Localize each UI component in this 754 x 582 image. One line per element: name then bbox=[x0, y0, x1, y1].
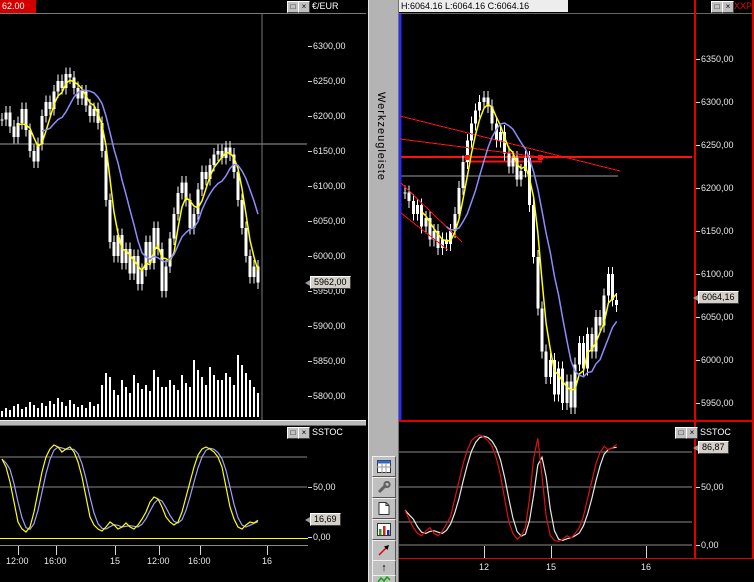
sstoc-bottom-line-left bbox=[0, 538, 308, 539]
axis-tick bbox=[696, 188, 700, 189]
trend-arrow-icon[interactable] bbox=[372, 540, 396, 561]
toolbar-title: Werkzeugleiste bbox=[375, 92, 387, 181]
chart-icon[interactable] bbox=[372, 519, 396, 540]
axis-tick bbox=[696, 59, 700, 60]
werkzeugleiste-toolbar: Werkzeugleiste ↑ bbox=[368, 0, 399, 582]
axis-label: 6350,00 bbox=[701, 54, 734, 64]
right-sstoc-plot[interactable] bbox=[398, 425, 694, 560]
close-button[interactable]: × bbox=[686, 427, 698, 439]
axis-tick bbox=[696, 545, 700, 546]
restore-icon: □ bbox=[291, 428, 296, 437]
zigzag-icon[interactable] bbox=[372, 575, 396, 582]
left-sstoc-plot[interactable] bbox=[0, 425, 308, 538]
restore-icon: □ bbox=[291, 2, 296, 11]
tools-icon[interactable] bbox=[372, 477, 396, 498]
time-label: 16 bbox=[641, 562, 651, 572]
right-bottom-border bbox=[398, 558, 754, 559]
axis-tick bbox=[696, 403, 700, 404]
sstoc-label-left: SSTOC bbox=[312, 427, 343, 438]
axis-label: 6000,00 bbox=[701, 355, 734, 365]
axis-label: 5950,00 bbox=[701, 398, 734, 408]
right-titlebar-line bbox=[398, 13, 754, 14]
axis-tick bbox=[696, 231, 700, 232]
close-button[interactable]: × bbox=[298, 427, 310, 439]
time-axis-line-left bbox=[0, 545, 308, 546]
axis-label: 6200,00 bbox=[701, 183, 734, 193]
axis-tick bbox=[696, 145, 700, 146]
restore-icon: □ bbox=[715, 2, 720, 11]
axis-tick bbox=[696, 487, 700, 488]
time-label: 15 bbox=[546, 562, 556, 572]
ohlc-header: H:6064.16 L:6064.16 C:6064.16 bbox=[399, 0, 568, 12]
sstoc-marker-left: 16,69 bbox=[310, 513, 341, 526]
scroll-up-glyph: ↑ bbox=[381, 563, 387, 574]
sstoc-label-right: SSTOC bbox=[700, 427, 731, 438]
close-icon: × bbox=[726, 2, 731, 11]
scroll-up-icon[interactable]: ↑ bbox=[372, 560, 396, 576]
axis-tick bbox=[696, 317, 700, 318]
grid-icon[interactable] bbox=[372, 456, 396, 477]
left-price-plot[interactable] bbox=[0, 13, 308, 420]
restore-icon: □ bbox=[679, 428, 684, 437]
time-label: 12 bbox=[479, 562, 489, 572]
title-price-label: 62.00 bbox=[0, 0, 36, 13]
axis-label: 6150,00 bbox=[701, 226, 734, 236]
axis-label: 6050,00 bbox=[701, 312, 734, 322]
symbol-label-left: €/EUR bbox=[312, 1, 339, 12]
axis-label: 6100,00 bbox=[701, 269, 734, 279]
axis-label: 50,00 bbox=[701, 482, 724, 492]
axis-tick bbox=[696, 274, 700, 275]
close-icon: × bbox=[302, 2, 307, 11]
symbol-label-right: XXP bbox=[734, 1, 752, 12]
close-icon: × bbox=[690, 428, 695, 437]
price-marker-left: 5962,00 bbox=[310, 276, 351, 289]
pane-splitter-left[interactable] bbox=[0, 420, 366, 426]
right-price-plot[interactable] bbox=[398, 13, 694, 420]
close-button[interactable]: × bbox=[298, 1, 310, 13]
axis-label: 0,00 bbox=[701, 540, 719, 550]
axis-tick bbox=[696, 102, 700, 103]
axis-label: 6250,00 bbox=[701, 140, 734, 150]
axis-tick bbox=[696, 360, 700, 361]
trading-app-window: 62.00 □ × €/EUR □ × SSTOC 5962,00 16,69 … bbox=[0, 0, 754, 582]
right-axis-border bbox=[694, 0, 696, 559]
close-button[interactable]: × bbox=[722, 1, 734, 13]
axis-label: 6300,00 bbox=[701, 97, 734, 107]
document-icon[interactable] bbox=[372, 498, 396, 519]
price-marker-right: 6064,16 bbox=[698, 291, 739, 304]
close-icon: × bbox=[302, 428, 307, 437]
sstoc-marker-right: 86,87 bbox=[698, 441, 729, 454]
right-pane-divider bbox=[398, 420, 754, 422]
